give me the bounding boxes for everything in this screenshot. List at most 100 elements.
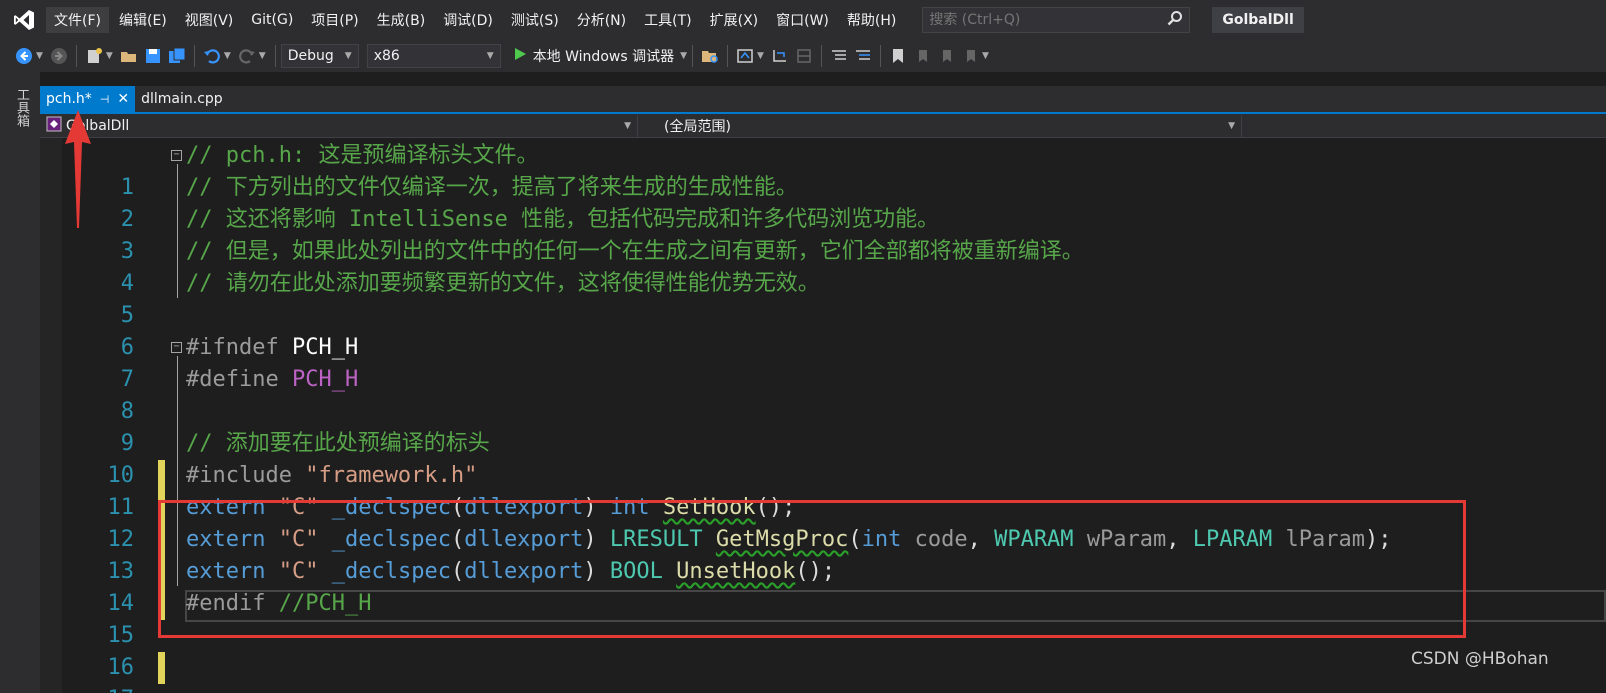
code-text: #define PCH_H: [186, 364, 358, 396]
menu-bar: 文件(F) 编辑(E) 视图(V) Git(G) 项目(P) 生成(B) 调试(…: [0, 0, 1606, 40]
toolbox-tab[interactable]: 工具箱: [12, 88, 31, 127]
code-text: // pch.h: 这是预编译标头文件。: [186, 140, 538, 172]
start-debugger-button[interactable]: 本地 Windows 调试器 ▼: [513, 46, 687, 66]
new-item-icon[interactable]: [82, 44, 106, 68]
preprocessor-directive: #include: [186, 463, 292, 488]
chevron-down-icon: ▼: [1228, 120, 1235, 131]
save-all-icon[interactable]: [165, 44, 189, 68]
toolbar-separator: [820, 45, 822, 67]
menu-test[interactable]: 测试(S): [503, 7, 567, 33]
macro-name: PCH_H: [291, 367, 359, 392]
toolbar-separator: [274, 45, 276, 67]
menu-file[interactable]: 文件(F): [46, 7, 109, 33]
code-text: #ifndef PCH_H: [186, 332, 358, 364]
chevron-down-icon[interactable]: ▼: [224, 51, 231, 61]
chevron-down-icon[interactable]: ▼: [259, 51, 266, 61]
toolbar-separator: [193, 45, 195, 67]
search-icon[interactable]: [1167, 10, 1183, 30]
watermark: CSDN @HBohan: [1411, 649, 1549, 669]
navigate-forward-icon[interactable]: [47, 44, 71, 68]
string-literal: "framework.h": [305, 463, 478, 488]
code-line[interactable]: 8 #define PCH_H: [40, 364, 1606, 424]
menu-tools[interactable]: 工具(T): [636, 7, 699, 33]
redo-icon[interactable]: [235, 44, 259, 68]
find-in-files-icon[interactable]: [698, 44, 722, 68]
comment-text: // 但是，如果此处列出的文件中的任何一个在生成之间有更新，它们全部都将被重新编…: [186, 239, 1084, 264]
save-icon[interactable]: [141, 44, 165, 68]
scope-dropdown[interactable]: (全局范围) ▼: [638, 114, 1242, 137]
close-icon[interactable]: ✕: [117, 91, 129, 107]
code-line[interactable]: 11 #include "framework.h": [40, 460, 1606, 520]
comment-text: // 添加要在此处预编译的标头: [186, 431, 490, 456]
chevron-down-icon: ▼: [344, 51, 352, 61]
next-bookmark-icon[interactable]: [934, 44, 958, 68]
search-input[interactable]: [929, 12, 1168, 28]
chevron-down-icon[interactable]: ▼: [106, 51, 113, 61]
browse-home-icon[interactable]: [733, 44, 757, 68]
change-marker: [158, 460, 165, 492]
bookmark-icon[interactable]: [886, 44, 910, 68]
code-line[interactable]: 6: [40, 300, 1606, 360]
menu-debug[interactable]: 调试(D): [435, 7, 501, 33]
chevron-down-icon[interactable]: ▼: [757, 51, 764, 61]
platform-value: x86: [373, 48, 400, 64]
code-line[interactable]: 4 // 但是，如果此处列出的文件中的任何一个在生成之间有更新，它们全部都将被重…: [40, 236, 1606, 296]
menu-view[interactable]: 视图(V): [177, 7, 242, 33]
code-line[interactable]: 5 // 请勿在此处添加要频繁更新的文件，这将使得性能优势无效。: [40, 268, 1606, 328]
pin-icon[interactable]: ⊣: [100, 93, 110, 106]
document-tab-strip: pch.h* ⊣ ✕ dllmain.cpp: [40, 86, 1606, 114]
menu-window[interactable]: 窗口(W): [768, 7, 837, 33]
menu-git[interactable]: Git(G): [243, 9, 301, 31]
code-text: // 这还将影响 IntelliSense 性能，包括代码完成和许多代码浏览功能…: [186, 204, 939, 236]
preprocessor-directive: #define: [186, 367, 279, 392]
visual-studio-logo-icon[interactable]: [10, 6, 38, 34]
code-line[interactable]: 1 − // pch.h: 这是预编译标头文件。: [40, 140, 1606, 200]
tab-label: dllmain.cpp: [141, 91, 223, 107]
annotation-arrow-icon: [65, 110, 91, 228]
navigate-back-icon[interactable]: [12, 44, 36, 68]
navigation-bar: GolbalDll ▼ (全局范围) ▼: [40, 114, 1606, 138]
code-line[interactable]: 17: [40, 652, 1606, 693]
code-text: // 添加要在此处预编译的标头: [186, 428, 490, 460]
search-box[interactable]: [922, 7, 1191, 33]
start-debugger-label: 本地 Windows 调试器: [532, 49, 675, 65]
code-line[interactable]: 10 // 添加要在此处预编译的标头: [40, 428, 1606, 488]
comment-text: // pch.h: 这是预编译标头文件。: [186, 143, 539, 168]
comment-text: // 这还将影响 IntelliSense 性能，包括代码完成和许多代码浏览功能…: [186, 207, 940, 232]
menu-edit[interactable]: 编辑(E): [111, 7, 175, 33]
solution-platform-dropdown[interactable]: x86 ▼: [366, 44, 501, 68]
comment-lines-icon[interactable]: [827, 44, 851, 68]
menu-project[interactable]: 项目(P): [303, 7, 366, 33]
toolbar-overflow-icon[interactable]: ▼: [982, 51, 989, 61]
collapse-icon[interactable]: −: [171, 150, 182, 161]
chevron-down-icon[interactable]: ▼: [36, 51, 43, 61]
code-text: // 下方列出的文件仅编译一次，提高了将来生成的生成性能。: [186, 172, 798, 204]
step-over-icon[interactable]: [792, 44, 816, 68]
annotation-highlight-box: [158, 500, 1466, 638]
uncomment-lines-icon[interactable]: [851, 44, 875, 68]
clear-bookmarks-icon[interactable]: [958, 44, 982, 68]
code-line[interactable]: 3 // 这还将影响 IntelliSense 性能，包括代码完成和许多代码浏览…: [40, 204, 1606, 264]
chevron-down-icon[interactable]: ▼: [680, 51, 687, 61]
previous-bookmark-icon[interactable]: [910, 44, 934, 68]
menu-help[interactable]: 帮助(H): [839, 7, 904, 33]
menu-build[interactable]: 生成(B): [369, 7, 434, 33]
code-line[interactable]: 9: [40, 396, 1606, 456]
tab-dllmain-cpp[interactable]: dllmain.cpp: [135, 86, 229, 112]
open-folder-icon[interactable]: [117, 44, 141, 68]
toolbar-separator: [692, 45, 694, 67]
code-line[interactable]: 2 // 下方列出的文件仅编译一次，提高了将来生成的生成性能。: [40, 172, 1606, 232]
code-text: // 但是，如果此处列出的文件中的任何一个在生成之间有更新，它们全部都将被重新编…: [186, 236, 1084, 268]
code-line[interactable]: 7 − #ifndef PCH_H: [40, 332, 1606, 392]
toolbar-separator: [75, 45, 77, 67]
comment-text: // 下方列出的文件仅编译一次，提高了将来生成的生成性能。: [186, 175, 798, 200]
collapse-icon[interactable]: −: [171, 342, 182, 353]
step-into-icon[interactable]: [768, 44, 792, 68]
menu-extensions[interactable]: 扩展(X): [702, 7, 767, 33]
project-dropdown[interactable]: GolbalDll ▼: [40, 114, 638, 137]
undo-icon[interactable]: [200, 44, 224, 68]
menu-analyze[interactable]: 分析(N): [569, 7, 634, 33]
chevron-down-icon: ▼: [486, 51, 494, 61]
solution-configuration-dropdown[interactable]: Debug ▼: [280, 44, 359, 68]
chevron-down-icon: ▼: [624, 120, 631, 131]
